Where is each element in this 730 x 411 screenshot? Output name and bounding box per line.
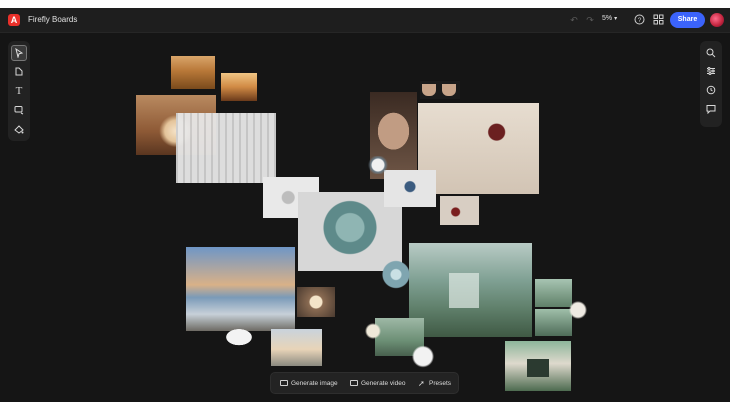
frame-tool-icon[interactable] bbox=[11, 64, 27, 80]
misty-valley-image[interactable] bbox=[271, 329, 322, 366]
shape-tool-icon[interactable] bbox=[11, 102, 27, 118]
select-tool-icon[interactable] bbox=[11, 45, 27, 61]
svg-text:?: ? bbox=[637, 17, 641, 24]
zoom-value: 5% bbox=[602, 15, 613, 22]
app-window: A Firefly Boards ↶ ↷ 5% ▾ ? Share T Gene… bbox=[0, 8, 730, 402]
presets-button[interactable]: ➚ Presets bbox=[417, 376, 451, 391]
image-icon bbox=[280, 380, 288, 386]
redo-icon[interactable]: ↷ bbox=[584, 14, 596, 26]
blue-flower-image[interactable] bbox=[384, 170, 436, 207]
generate-image-label: Generate image bbox=[291, 380, 338, 387]
text-tool-icon[interactable]: T bbox=[11, 83, 27, 99]
adjust-icon[interactable] bbox=[703, 63, 719, 79]
undo-icon[interactable]: ↶ bbox=[568, 14, 580, 26]
fill-tool-icon[interactable] bbox=[11, 121, 27, 137]
presets-label: Presets bbox=[429, 380, 452, 387]
right-toolbar bbox=[700, 41, 722, 127]
white-bowl-image[interactable] bbox=[408, 343, 438, 373]
user-avatar[interactable] bbox=[710, 13, 724, 27]
desert-dunes-image[interactable] bbox=[171, 56, 215, 89]
zoom-level[interactable]: 5% ▾ bbox=[602, 15, 617, 22]
top-header: A Firefly Boards ↶ ↷ 5% ▾ ? Share bbox=[0, 8, 730, 33]
generate-video-label: Generate video bbox=[361, 380, 406, 387]
history-icon[interactable] bbox=[703, 82, 719, 98]
garden-house-image[interactable] bbox=[409, 243, 532, 337]
generate-image-button[interactable]: Generate image bbox=[279, 376, 338, 391]
generate-video-button[interactable]: Generate video bbox=[349, 376, 405, 391]
dried-flower-image[interactable] bbox=[418, 103, 539, 194]
cream-bloom-image[interactable] bbox=[364, 322, 382, 340]
share-button[interactable]: Share bbox=[670, 12, 705, 28]
left-toolbar: T bbox=[8, 41, 30, 141]
pale-blue-flower-image[interactable] bbox=[378, 257, 414, 292]
pottery-cups-image[interactable] bbox=[420, 81, 460, 99]
white-daisy-image[interactable] bbox=[566, 299, 590, 321]
white-teapot-image[interactable] bbox=[218, 319, 260, 352]
garden-pavilion-image[interactable] bbox=[505, 341, 571, 391]
ceramic-bud-image[interactable] bbox=[366, 156, 390, 174]
board-canvas[interactable] bbox=[0, 33, 730, 402]
chevron-down-icon: ▾ bbox=[614, 16, 618, 22]
bottom-generate-bar: Generate image Generate video ➚ Presets bbox=[270, 372, 459, 394]
rocket-icon: ➚ bbox=[418, 379, 425, 388]
firefly-logo-icon[interactable]: A bbox=[8, 14, 20, 26]
app-title: Firefly Boards bbox=[28, 15, 78, 24]
red-branch-image[interactable] bbox=[440, 196, 479, 225]
desert-sunset-image[interactable] bbox=[221, 73, 257, 101]
comment-icon[interactable] bbox=[703, 101, 719, 117]
apps-icon[interactable] bbox=[652, 14, 664, 26]
help-icon[interactable]: ? bbox=[633, 14, 645, 26]
sketch-arch-image[interactable] bbox=[176, 113, 276, 183]
white-flower-image[interactable] bbox=[297, 287, 335, 317]
video-icon bbox=[350, 380, 358, 386]
search-icon[interactable] bbox=[703, 45, 719, 61]
